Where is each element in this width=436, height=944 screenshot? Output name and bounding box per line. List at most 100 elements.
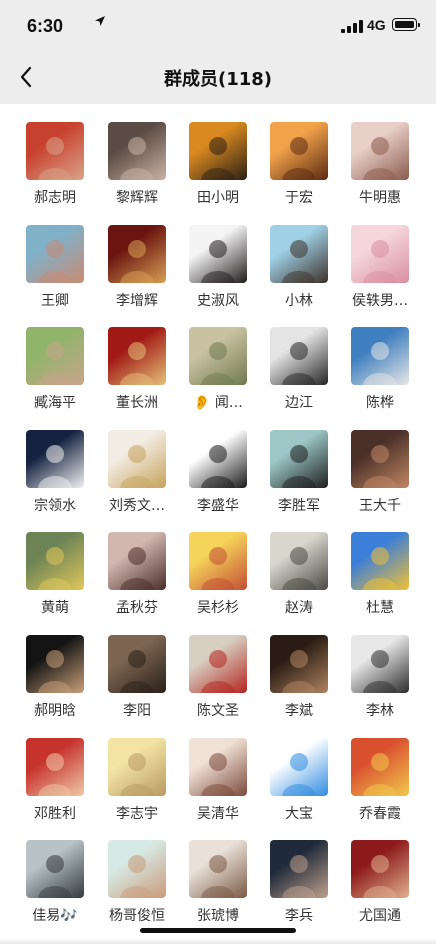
member-avatar[interactable] <box>26 840 84 899</box>
member-item[interactable]: 邓胜利 <box>14 737 96 823</box>
member-avatar[interactable] <box>26 224 84 283</box>
member-avatar[interactable] <box>26 635 84 693</box>
member-avatar[interactable] <box>270 122 328 180</box>
member-avatar[interactable] <box>351 429 409 488</box>
member-name: 佳易🎶 <box>32 908 78 925</box>
member-item[interactable]: 吴清华 <box>177 737 259 823</box>
member-item[interactable]: 李志宇 <box>96 737 178 823</box>
member-item[interactable]: 牛明惠 <box>339 122 421 207</box>
member-avatar[interactable] <box>108 122 166 180</box>
member-item[interactable]: 大宝 <box>258 737 340 823</box>
member-avatar[interactable] <box>189 327 247 386</box>
member-name: 孟秋芬 <box>116 600 158 617</box>
member-avatar[interactable] <box>26 532 84 591</box>
member-item[interactable]: 吴杉杉 <box>177 532 259 617</box>
member-avatar[interactable] <box>270 737 328 796</box>
member-avatar[interactable] <box>108 429 166 488</box>
member-avatar[interactable] <box>270 224 328 283</box>
member-item[interactable]: 王大千 <box>339 429 421 515</box>
member-name: 宗领水 <box>34 497 76 514</box>
member-item[interactable]: 王卿 <box>14 224 96 310</box>
member-avatar[interactable] <box>351 737 409 796</box>
bottom-edge <box>0 938 436 944</box>
member-item[interactable]: 黎辉辉 <box>96 122 178 207</box>
member-item[interactable]: 于宏 <box>258 122 340 207</box>
member-item[interactable]: 郝志明 <box>14 122 96 207</box>
member-avatar[interactable] <box>351 224 409 283</box>
member-name: 田小明 <box>197 190 239 206</box>
member-item[interactable]: 小林 <box>258 224 340 310</box>
member-avatar[interactable] <box>189 840 247 899</box>
member-item[interactable]: 侯轶男… <box>339 224 421 310</box>
member-item[interactable]: 宗领水 <box>14 429 96 515</box>
member-item[interactable]: 陈文圣 <box>177 635 259 720</box>
member-item[interactable]: 杜慧 <box>339 532 421 617</box>
member-item[interactable]: 边江 <box>258 327 340 412</box>
member-item[interactable]: 👂 闻… <box>177 327 259 412</box>
member-avatar[interactable] <box>189 737 247 796</box>
member-avatar[interactable] <box>351 122 409 180</box>
member-name: 李林 <box>366 703 394 719</box>
member-name: 陈文圣 <box>197 703 239 719</box>
member-avatar[interactable] <box>270 532 328 591</box>
member-avatar[interactable] <box>351 327 409 386</box>
member-item[interactable]: 李林 <box>339 635 421 720</box>
member-name: 吴杉杉 <box>197 600 239 617</box>
member-avatar[interactable] <box>26 737 84 796</box>
member-item[interactable]: 乔春霞 <box>339 737 421 823</box>
member-item[interactable]: 李盛华 <box>177 429 259 515</box>
member-name: 陈桦 <box>366 395 394 412</box>
member-avatar[interactable] <box>189 122 247 180</box>
member-item[interactable]: 赵涛 <box>258 532 340 617</box>
member-item[interactable]: 田小明 <box>177 122 259 207</box>
member-item[interactable]: 李增辉 <box>96 224 178 310</box>
member-item[interactable]: 黄萌 <box>14 532 96 617</box>
member-avatar[interactable] <box>270 429 328 488</box>
member-name: 郝志明 <box>34 190 76 206</box>
member-item[interactable]: 佳易🎶 <box>14 840 96 925</box>
member-avatar[interactable] <box>189 635 247 693</box>
nav-bar: 群成员(118) <box>0 52 436 104</box>
member-avatar[interactable] <box>270 840 328 899</box>
member-item[interactable]: 李阳 <box>96 635 178 720</box>
member-item[interactable]: 尤国通 <box>339 840 421 925</box>
member-item[interactable]: 杨哥俊恒 <box>96 840 178 925</box>
member-item[interactable]: 张琥博 <box>177 840 259 925</box>
member-item[interactable]: 李胜军 <box>258 429 340 515</box>
member-avatar[interactable] <box>108 840 166 899</box>
member-avatar[interactable] <box>108 635 166 693</box>
member-avatar[interactable] <box>351 532 409 591</box>
member-avatar[interactable] <box>270 327 328 386</box>
member-avatar[interactable] <box>270 635 328 693</box>
member-avatar[interactable] <box>26 429 84 488</box>
member-item[interactable]: 陈桦 <box>339 327 421 412</box>
member-name: 杜慧 <box>366 600 394 617</box>
member-avatar[interactable] <box>189 429 247 488</box>
member-avatar[interactable] <box>26 327 84 386</box>
member-avatar[interactable] <box>26 122 84 180</box>
member-item[interactable]: 史淑风 <box>177 224 259 310</box>
home-indicator[interactable] <box>140 928 296 933</box>
member-avatar[interactable] <box>189 532 247 591</box>
member-avatar[interactable] <box>108 327 166 386</box>
member-name: 乔春霞 <box>359 805 401 822</box>
member-item[interactable]: 郝明晗 <box>14 635 96 720</box>
network-type: 4G <box>367 17 386 33</box>
member-item[interactable]: 臧海平 <box>14 327 96 412</box>
member-name: 黎辉辉 <box>116 190 158 206</box>
page-title: 群成员(118) <box>163 69 273 90</box>
member-item[interactable]: 李斌 <box>258 635 340 720</box>
member-name: 👂 闻… <box>193 395 243 412</box>
member-item[interactable]: 李兵 <box>258 840 340 925</box>
member-item[interactable]: 刘秀文… <box>96 429 178 515</box>
member-avatar[interactable] <box>108 737 166 796</box>
member-avatar[interactable] <box>351 840 409 899</box>
member-name: 杨哥俊恒 <box>109 908 165 925</box>
member-avatar[interactable] <box>189 224 247 283</box>
member-avatar[interactable] <box>108 532 166 591</box>
member-avatar[interactable] <box>108 224 166 283</box>
member-name: 赵涛 <box>285 600 313 617</box>
member-item[interactable]: 董长洲 <box>96 327 178 412</box>
member-item[interactable]: 孟秋芬 <box>96 532 178 617</box>
member-avatar[interactable] <box>351 635 409 693</box>
